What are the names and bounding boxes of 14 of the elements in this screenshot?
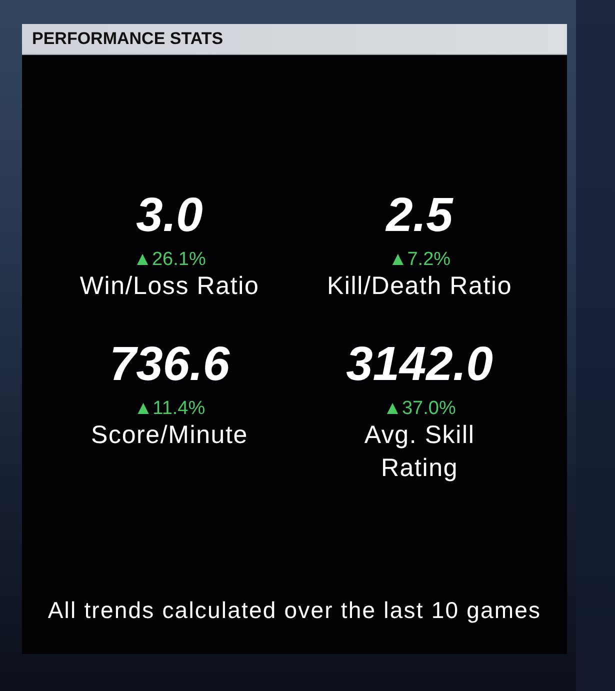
metric-name: Kill/Death Ratio	[326, 271, 512, 302]
metric-name: Avg. Skill Rating	[363, 420, 476, 484]
metric-name: Win/Loss Ratio	[80, 271, 260, 302]
trend-percentage: ▲37.0%	[383, 399, 456, 419]
stat-value: 3142.0	[346, 347, 493, 384]
trend-percentage: ▲11.4%	[134, 399, 206, 419]
footnote: All trends calculated over the last 10 games	[48, 597, 542, 623]
trend-percentage: ▲7.2%	[388, 250, 451, 270]
stat-value: 3.0	[136, 198, 203, 235]
stat-value: 2.5	[386, 198, 453, 235]
stat-value: 736.6	[109, 347, 230, 384]
metric-name: Score/Minute	[91, 420, 248, 451]
trend-percentage: ▲26.1%	[133, 250, 206, 270]
panel-title: PERFORMANCE STATS	[32, 29, 224, 49]
